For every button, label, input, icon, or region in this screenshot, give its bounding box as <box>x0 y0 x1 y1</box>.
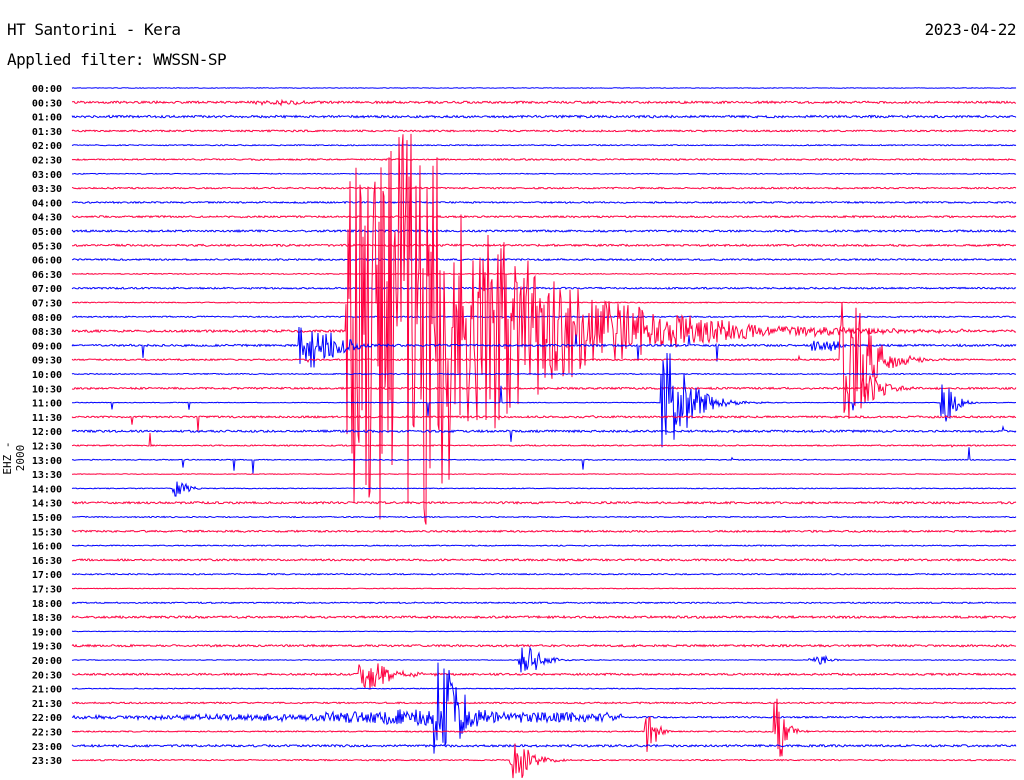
row-time-label: 22:30 <box>32 728 62 739</box>
row-time-label: 01:30 <box>32 127 62 138</box>
row-time-label: 21:00 <box>32 685 62 696</box>
row-time-label: 15:00 <box>32 513 62 524</box>
row-time-label: 05:00 <box>32 227 62 238</box>
row-time-label: 00:30 <box>32 98 62 109</box>
trace-row <box>71 662 1017 754</box>
row-time-label: 11:00 <box>32 399 62 410</box>
row-time-label: 08:00 <box>32 313 62 324</box>
row-time-label: 17:00 <box>32 570 62 581</box>
trace-row <box>71 529 1017 534</box>
row-time-label: 02:00 <box>32 141 62 152</box>
row-time-label: 01:00 <box>32 113 62 124</box>
trace-row <box>71 743 1017 748</box>
trace-row <box>71 614 1017 620</box>
helicorder-plot: 00:00 00:30 01:00 01:30 02:00 02:30 03:00 03:30… <box>32 84 1017 779</box>
trace-row <box>71 601 1017 605</box>
trace-row <box>71 572 1017 576</box>
row-time-label: 09:30 <box>32 356 62 367</box>
row-time-label: 19:00 <box>32 627 62 638</box>
row-time-label: 09:00 <box>32 341 62 352</box>
row-time-label: 19:30 <box>32 642 62 653</box>
row-time-label: 16:30 <box>32 556 62 567</box>
row-time-label: 10:00 <box>32 370 62 381</box>
trace-row <box>71 415 1017 433</box>
row-time-label: 23:30 <box>32 756 62 767</box>
trace-row <box>71 701 1017 705</box>
trace-row <box>71 515 1017 519</box>
trace-row <box>71 114 1017 119</box>
trace-row <box>71 172 1017 175</box>
trace-row <box>72 98 1017 107</box>
row-time-label: 04:30 <box>32 213 62 224</box>
trace-row <box>71 143 1017 147</box>
trace-row <box>71 558 1017 562</box>
row-time-label: 02:30 <box>32 156 62 167</box>
row-time-label: 18:30 <box>32 613 62 624</box>
trace-row <box>71 272 1017 276</box>
trace-row <box>71 687 1017 690</box>
row-time-label: 14:30 <box>32 499 62 510</box>
trace-row <box>71 447 1017 474</box>
trace-row <box>71 200 1017 205</box>
row-time-label: 17:30 <box>32 585 62 596</box>
row-time-label: 20:00 <box>32 656 62 667</box>
trace-row <box>71 214 1017 219</box>
trace-row <box>71 481 1017 497</box>
trace-row <box>71 630 1017 633</box>
row-time-label: 06:30 <box>32 270 62 281</box>
row-time-label: 03:30 <box>32 184 62 195</box>
row-time-label: 14:00 <box>32 484 62 495</box>
row-time-label: 23:00 <box>32 742 62 753</box>
row-time-label: 20:30 <box>32 670 62 681</box>
trace-row <box>71 424 1017 442</box>
trace-row <box>71 257 1017 262</box>
row-time-label: 11:30 <box>32 413 62 424</box>
trace-row <box>72 473 1016 475</box>
trace-row <box>71 643 1017 648</box>
trace-row <box>71 301 1016 304</box>
row-time-label: 12:30 <box>32 442 62 453</box>
row-time-label: 13:00 <box>32 456 62 467</box>
row-time-label: 07:00 <box>32 284 62 295</box>
trace-row <box>71 587 1017 590</box>
trace-row <box>71 229 1017 234</box>
row-time-label: 03:00 <box>32 170 62 181</box>
row-time-label: 12:00 <box>32 427 62 438</box>
trace-row <box>71 286 1017 290</box>
row-time-label: 16:00 <box>32 542 62 553</box>
trace-row <box>71 87 1017 89</box>
row-time-label: 15:30 <box>32 527 62 538</box>
row-time-label: 21:30 <box>32 699 62 710</box>
trace-row <box>71 645 1017 673</box>
row-time-label: 13:30 <box>32 470 62 481</box>
row-time-label: 04:00 <box>32 198 62 209</box>
trace-row <box>72 243 1016 248</box>
trace-row <box>71 743 1016 779</box>
trace-row <box>71 698 1017 757</box>
trace-row <box>71 500 1017 505</box>
row-time-label: 06:00 <box>32 256 62 267</box>
trace-row <box>71 133 1017 525</box>
trace-row <box>71 544 1017 547</box>
row-time-label: 18:00 <box>32 599 62 610</box>
trace-row <box>71 157 1016 162</box>
row-time-label: 08:30 <box>32 327 62 338</box>
row-time-label: 00:00 <box>32 84 62 95</box>
row-time-label: 22:00 <box>32 713 62 724</box>
trace-row <box>71 129 1017 133</box>
trace-row <box>71 663 1017 690</box>
row-time-label: 07:30 <box>32 299 62 310</box>
row-time-label: 10:30 <box>32 384 62 395</box>
row-time-label: 05:30 <box>32 241 62 252</box>
trace-row <box>71 186 1017 190</box>
trace-row <box>71 432 1017 448</box>
